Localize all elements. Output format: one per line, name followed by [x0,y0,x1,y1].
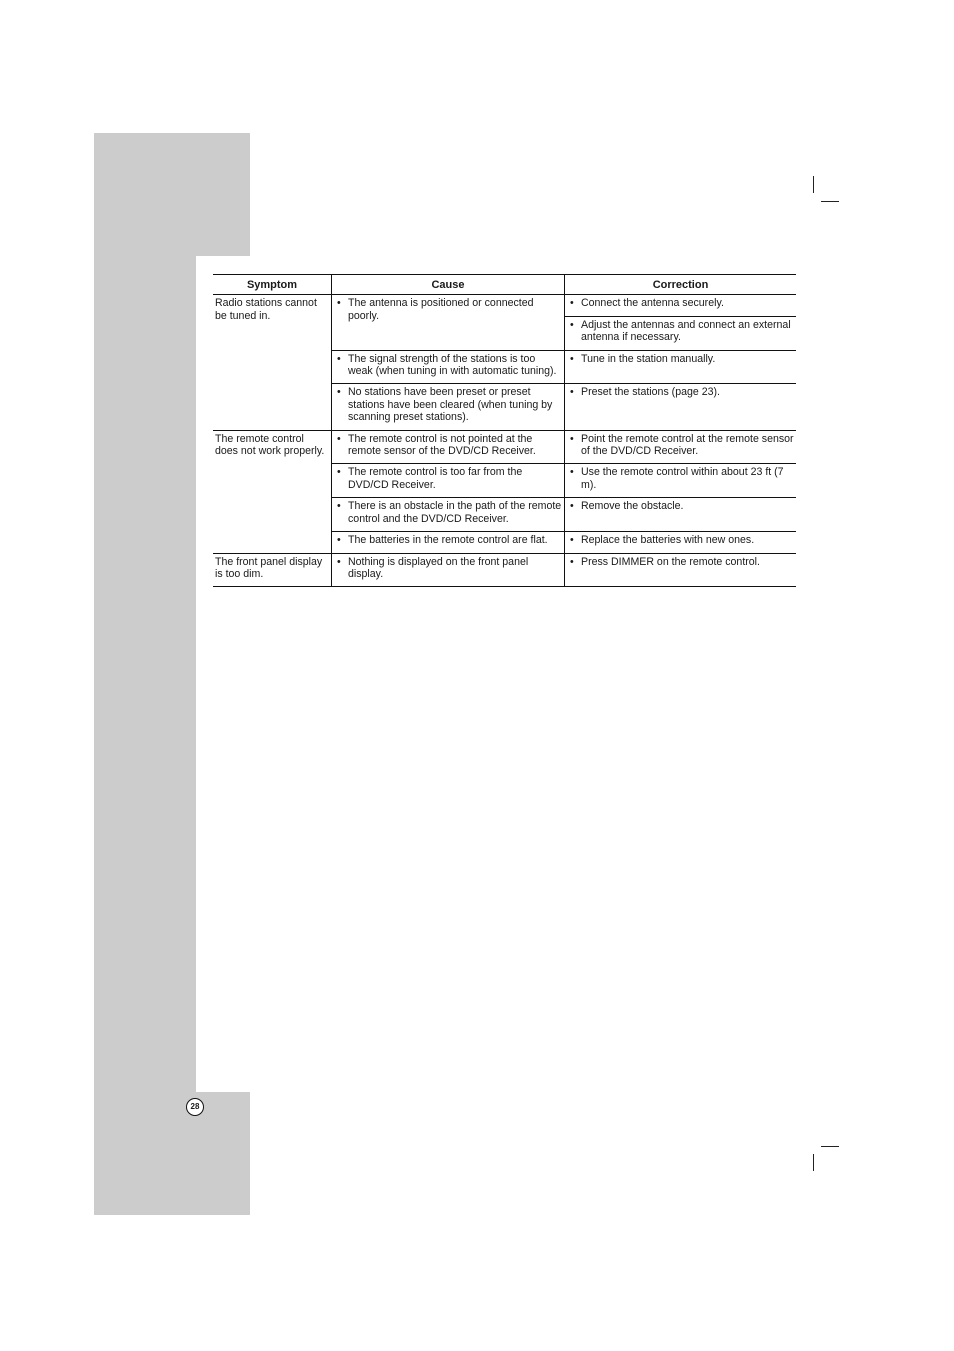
correction-item-text: Use the remote control within about 23 f… [581,466,784,491]
cause-cell: • The signal strength of the stations is … [331,350,565,385]
correction-item-text: Preset the stations (page 23). [581,386,720,399]
bullet-icon: • [570,555,574,568]
cause-item: • The signal strength of the stations is … [337,353,562,378]
cause-item: • The batteries in the remote control are… [337,534,562,546]
bullet-icon: • [337,352,341,365]
symptom-cell: The front panel display is too dim. [213,553,332,588]
cause-cell: • The remote control is not pointed at th… [331,430,565,465]
cause-cell: • The batteries in the remote control are… [331,531,565,554]
correction-cell: • Remove the obstacle. [564,497,796,533]
correction-cell: • Point the remote control at the remote … [564,430,796,465]
correction-item-text: Point the remote control at the remote s… [581,432,794,458]
cause-cell: • The remote control is too far from the … [331,463,565,499]
table-header-row: Symptom Cause Correction [213,273,796,296]
cause-item: • The remote control is not pointed at th… [337,433,562,458]
symptom-cell: Radio stations cannot be tuned in. [213,294,332,431]
cause-item-text: No stations have been preset or preset s… [348,386,553,424]
header-correction: Correction [564,273,796,296]
bullet-icon: • [337,297,341,310]
correction-item-text: Replace the batteries with new ones. [581,534,755,547]
correction-item-text: Press DIMMER on the remote control. [581,555,760,568]
correction-cell: • Tune in the station manually. [564,350,796,385]
correction-item: • Tune in the station manually. [570,353,794,365]
correction-cell: • Connect the antenna securely. [564,294,796,317]
cause-cell: • The antenna is positioned or connected … [331,294,565,351]
cause-item: • There is an obstacle in the path of the… [337,500,562,525]
correction-item: • Replace the batteries with new ones. [570,534,794,546]
bullet-icon: • [570,534,574,547]
cause-item-text: The signal strength of the stations is t… [348,352,557,378]
cause-item: • The antenna is positioned or connected … [337,297,562,322]
cause-item-text: The remote control is not pointed at the… [348,432,536,458]
bullet-icon: • [337,534,341,547]
correction-cell: • Use the remote control within about 23 … [564,463,796,499]
bullet-icon: • [337,432,341,445]
cause-item-text: There is an obstacle in the path of the … [348,500,562,525]
bullet-icon: • [337,466,341,479]
correction-item: • Use the remote control within about 23 … [570,466,794,491]
cause-cell: • There is an obstacle in the path of the… [331,497,565,533]
page-number-badge: 28 [186,1098,204,1116]
correction-cell: • Adjust the antennas and connect an exte… [564,316,796,351]
bullet-icon: • [570,318,574,331]
bullet-icon: • [337,500,341,513]
cause-item: • No stations have been preset or preset … [337,386,562,423]
correction-item: • Point the remote control at the remote … [570,433,794,458]
correction-cell: • Press DIMMER on the remote control. [564,553,796,588]
header-symptom: Symptom [213,273,332,296]
bullet-icon: • [337,555,341,568]
cause-item-text: The antenna is positioned or connected p… [348,297,534,322]
troubleshooting-table: Symptom Cause Correction Radio stations … [213,273,796,588]
crop-mark-top-horizontal [821,201,839,202]
bullet-icon: • [570,297,574,310]
bullet-icon: • [570,386,574,399]
correction-item-text: Adjust the antennas and connect an exter… [581,318,791,344]
cause-cell: • Nothing is displayed on the front panel… [331,553,565,588]
table-body: Radio stations cannot be tuned in. • The a… [213,294,796,588]
cause-cell: • No stations have been preset or preset … [331,383,565,431]
cause-item-text: The remote control is too far from the D… [348,466,523,491]
bullet-icon: • [570,500,574,513]
table-row: The front panel display is too dim. • Noth… [213,553,796,588]
correction-item: • Adjust the antennas and connect an exte… [570,319,794,344]
cause-item: • The remote control is too far from the … [337,466,562,491]
cause-item: • Nothing is displayed on the front panel… [337,556,562,581]
cause-item-text: The batteries in the remote control are … [348,534,548,547]
correction-cell: • Replace the batteries with new ones. [564,531,796,554]
correction-item: • Preset the stations (page 23). [570,386,794,398]
correction-item: • Remove the obstacle. [570,500,794,512]
bullet-icon: • [570,432,574,445]
correction-item-text: Connect the antenna securely. [581,297,724,310]
correction-item: • Connect the antenna securely. [570,297,794,309]
table-row: Radio stations cannot be tuned in. • The a… [213,294,796,431]
crop-mark-bottom-horizontal [821,1146,839,1147]
bullet-icon: • [570,352,574,365]
symptom-cell: The remote control does not work properl… [213,430,332,554]
header-cause: Cause [331,273,565,296]
correction-item: • Press DIMMER on the remote control. [570,556,794,568]
crop-mark-top-vertical [813,176,814,193]
correction-item-text: Tune in the station manually. [581,352,716,365]
correction-item-text: Remove the obstacle. [581,500,684,513]
crop-mark-bottom-vertical [813,1154,814,1171]
cause-item-text: Nothing is displayed on the front panel … [348,555,529,580]
table-row: The remote control does not work properl… [213,430,796,554]
bullet-icon: • [337,386,341,399]
correction-cell: • Preset the stations (page 23). [564,383,796,431]
bullet-icon: • [570,466,574,479]
